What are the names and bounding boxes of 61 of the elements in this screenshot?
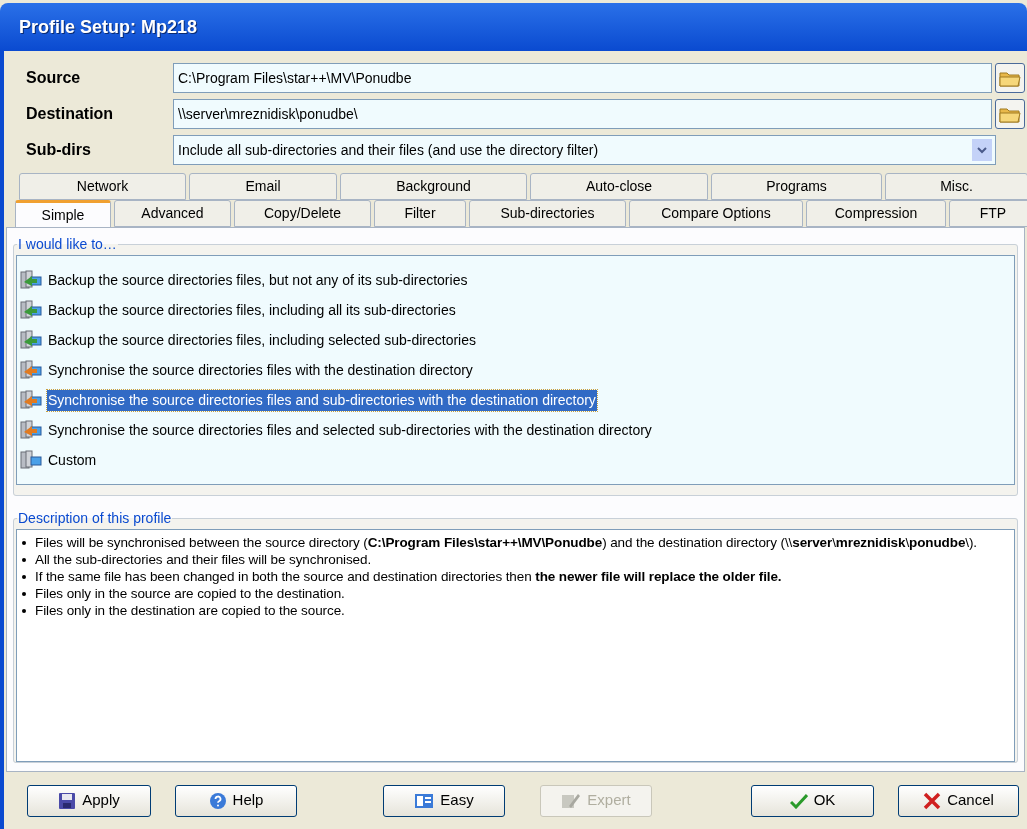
server-computer-icon <box>20 450 42 470</box>
tab[interactable]: Copy/Delete <box>234 200 371 227</box>
server-arrow-icon <box>20 300 42 320</box>
tab[interactable]: Network <box>19 173 186 200</box>
tab[interactable]: Auto-close <box>530 173 708 200</box>
group-title: Description of this profile <box>17 509 173 528</box>
checkmark-icon <box>789 792 808 809</box>
description-text: All the sub-directories and their files will be synchronised. <box>35 551 372 568</box>
card-icon <box>414 792 435 809</box>
option-item[interactable]: Backup the source directories files, including all its sub-directories <box>47 299 457 321</box>
bullet-icon <box>22 592 26 596</box>
window-title: Profile Setup: Mp218 <box>19 15 198 39</box>
dialog-button[interactable]: Easy <box>383 784 505 817</box>
field-label: Destination <box>26 104 115 124</box>
option-item[interactable]: Backup the source directories files, including selected sub-directories <box>47 329 477 351</box>
field-label: Sub-dirs <box>26 140 92 160</box>
dialog-button[interactable]: Apply <box>27 784 151 817</box>
description-text: If the same file has been changed in both the source and destination directories then the newer file will replace the older file. <box>35 568 782 585</box>
option-item[interactable]: Synchronise the source directories files and sub-directories with the destination directory <box>47 389 597 411</box>
description-text: Files will be synchronised between the source directory (C:\Program Files\star++\MV\Ponudbe) and the destination directory (\\server\mreznidisk\ponudbe\). <box>35 534 978 551</box>
dialog-button[interactable]: OK <box>751 784 874 817</box>
group-title: I would like to… <box>17 235 118 254</box>
bullet-icon <box>22 575 26 579</box>
description-text: Files only in the destination are copied to the source. <box>35 602 345 619</box>
tools-icon <box>561 791 582 810</box>
field-label: Source <box>26 68 82 88</box>
dialog-button[interactable]: Cancel <box>898 784 1019 817</box>
close-icon <box>923 791 942 810</box>
bullet-icon <box>22 558 26 562</box>
tab[interactable]: Programs <box>711 173 882 200</box>
dropdown[interactable]: Include all sub-directories and their files (and use the directory filter) <box>173 135 996 165</box>
tab[interactable]: Email <box>189 173 337 200</box>
browse-button[interactable] <box>995 99 1025 129</box>
help-icon <box>208 791 227 810</box>
tab[interactable]: Compression <box>806 200 946 227</box>
tab[interactable]: Advanced <box>114 200 231 227</box>
option-item[interactable]: Backup the source directories files, but not any of its sub-directories <box>47 269 469 291</box>
description-text: Files only in the source are copied to the destination. <box>35 585 345 602</box>
server-arrow-icon <box>20 330 42 350</box>
option-item[interactable]: Custom <box>47 449 98 471</box>
folder-icon <box>999 105 1021 123</box>
server-arrow-icon <box>20 270 42 290</box>
folder-icon <box>999 69 1021 87</box>
server-arrow-icon <box>20 420 42 440</box>
server-arrow-icon <box>20 360 42 380</box>
tab[interactable]: Misc. <box>885 173 1027 200</box>
option-item[interactable]: Synchronise the source directories files and selected sub-directories with the destination directory <box>47 419 653 441</box>
tab[interactable]: Filter <box>374 200 466 227</box>
dialog-button[interactable]: Help <box>175 784 297 817</box>
tab[interactable]: FTP <box>949 200 1027 227</box>
browse-button[interactable] <box>995 63 1025 93</box>
tab[interactable]: Compare Options <box>629 200 803 227</box>
tab[interactable]: Sub-directories <box>469 200 626 227</box>
input-field[interactable]: \\server\mreznidisk\ponudbe\ <box>173 99 992 129</box>
server-arrow-icon <box>20 390 42 410</box>
input-field[interactable]: C:\Program Files\star++\MV\Ponudbe <box>173 63 992 93</box>
bullet-icon <box>22 609 26 613</box>
tab[interactable]: Background <box>340 173 527 200</box>
tab[interactable]: Simple <box>15 200 111 227</box>
option-item[interactable]: Synchronise the source directories files with the destination directory <box>47 359 474 381</box>
bullet-icon <box>22 541 26 545</box>
